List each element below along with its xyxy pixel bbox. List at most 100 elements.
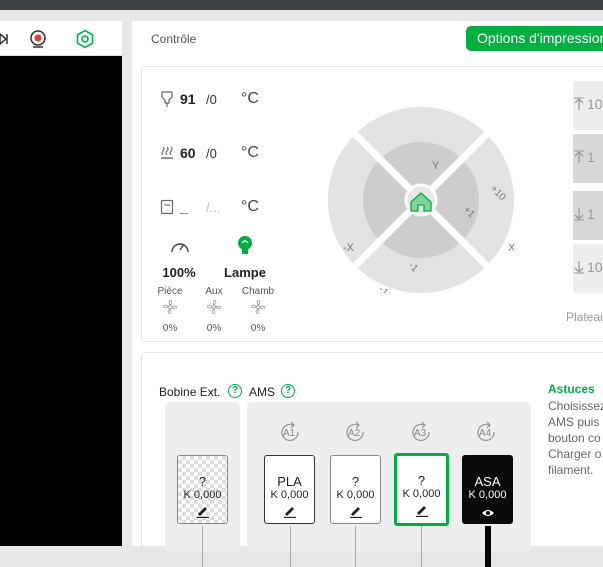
speed-control[interactable]: 100% [149, 237, 209, 287]
fan-icon [250, 299, 266, 315]
bed-current-temp: 60 [180, 145, 196, 161]
filament-k-value: K 0,000 [402, 488, 441, 500]
filament-name: ? [417, 473, 426, 488]
z-axis-caption: Plateau [566, 310, 603, 324]
fan-value: 0% [250, 323, 266, 334]
bed-temp-unit: °C [241, 144, 259, 161]
filament-line-active [485, 526, 491, 567]
chamber-temp-unit: °C [241, 198, 259, 215]
fan-aux[interactable]: Aux 0% [194, 286, 234, 334]
tips-line: Charger o [548, 447, 602, 461]
fan-label: Pièce [157, 286, 183, 297]
eye-icon[interactable] [481, 506, 495, 520]
camera-toolbar [0, 21, 122, 56]
chamber-target-temp[interactable]: /... [206, 200, 220, 215]
filament-line [355, 526, 356, 567]
tips-line: AMS puis [548, 415, 600, 429]
webcam-icon[interactable] [28, 29, 48, 49]
printer-control-card: 91 /0 °C 60 /0 °C _ /... °C 100% Lampe P… [141, 66, 603, 342]
z-up-1-button[interactable]: 1 [573, 134, 603, 183]
print-options-button[interactable]: Options d'impression [466, 26, 603, 51]
window-top-bar [0, 0, 603, 10]
z-step-label: 10 [587, 259, 603, 275]
jog-pad[interactable]: Y -Y X -X +10 +1 -1 -10 [328, 107, 514, 293]
filament-k-value: K 0,000 [183, 489, 222, 501]
filament-k-value: K 0,000 [270, 489, 309, 501]
nozzle-target-temp[interactable]: /0 [206, 92, 217, 107]
nozzle-current-temp: 91 [180, 91, 196, 107]
slot-a1-icon: A1 [281, 421, 299, 442]
z-step-label: 1 [587, 206, 595, 222]
jog-x-minus[interactable]: -X [343, 242, 355, 254]
bed-target-temp[interactable]: /0 [206, 146, 217, 161]
page-title: Contrôle [151, 32, 197, 46]
fan-part[interactable]: Pièce 0% [150, 286, 190, 334]
jog-x-plus[interactable]: X [508, 242, 514, 254]
ams-slot-a3-card[interactable]: ? K 0,000 [394, 453, 449, 526]
fan-label: Chamb [241, 286, 275, 297]
z-down-1-button[interactable]: 1 [573, 191, 603, 240]
nozzle-icon [161, 91, 173, 107]
hex-settings-icon[interactable] [75, 29, 95, 49]
fan-chamber[interactable]: Chamb 0% [238, 286, 278, 334]
camera-view [0, 21, 122, 546]
arrow-down-icon [574, 208, 584, 221]
fan-icon [162, 299, 178, 315]
arrow-up-icon [574, 97, 584, 110]
control-panel: Contrôle Options d'impression 91 /0 °C 6… [132, 21, 603, 567]
tips-line: bouton co [548, 431, 601, 445]
fan-icon [206, 299, 222, 315]
help-icon[interactable]: ? [228, 384, 242, 398]
edit-pencil-icon[interactable] [349, 504, 363, 518]
chamber-current-temp: _ [180, 199, 188, 215]
external-spool-label: Bobine Ext. [159, 385, 221, 399]
filament-line [290, 526, 291, 567]
filament-name: PLA [277, 474, 302, 489]
edit-pencil-icon[interactable] [283, 504, 297, 518]
fan-value: 0% [162, 323, 178, 334]
lamp-label: Lampe [224, 265, 266, 280]
arrow-up-icon [574, 150, 584, 163]
slot-a2-icon: A2 [346, 421, 364, 442]
external-spool-card[interactable]: ? K 0,000 [177, 455, 228, 524]
ams-slot-a2-card[interactable]: ? K 0,000 [330, 455, 381, 524]
tips-body: Choisissez AMS puis bouton co Charger o … [548, 398, 603, 478]
ams-slot-a1-card[interactable]: PLA K 0,000 [264, 455, 315, 524]
slot-id: A1 [283, 428, 296, 439]
chamber-icon [160, 199, 174, 215]
tips-line: filament. [548, 463, 594, 477]
jog-y-plus[interactable]: Y [432, 160, 440, 172]
video-record-icon[interactable] [0, 29, 16, 49]
ams-slot-a4-card[interactable]: ASA K 0,000 [462, 455, 513, 524]
filament-name: ASA [474, 474, 501, 489]
slot-id: A4 [479, 428, 492, 439]
lamp-control[interactable]: Lampe [215, 236, 275, 287]
edit-pencil-icon[interactable] [196, 504, 210, 518]
nozzle-temp-unit: °C [241, 90, 259, 107]
z-down-10-button[interactable]: 10 [573, 244, 603, 293]
slot-id: A2 [348, 428, 361, 439]
fan-label: Aux [205, 286, 223, 297]
slot-a4-icon: A4 [477, 421, 495, 442]
lamp-bulb-icon [238, 236, 252, 254]
arrow-down-icon [574, 261, 584, 274]
tips-line: Choisissez [548, 399, 603, 413]
help-icon[interactable]: ? [281, 384, 295, 398]
z-step-label: 10 [587, 96, 603, 112]
filament-line [202, 526, 203, 567]
filament-k-value: K 0,000 [336, 489, 375, 501]
speed-gauge-icon [171, 243, 189, 253]
edit-pencil-icon[interactable] [415, 503, 429, 517]
filament-name: ? [351, 474, 360, 489]
speed-label: 100% [162, 265, 196, 280]
ams-label: AMS [249, 385, 276, 399]
filament-k-value: K 0,000 [468, 489, 507, 501]
slot-a3-icon: A3 [412, 421, 430, 442]
heatbed-icon [161, 146, 173, 159]
filament-line [421, 526, 422, 567]
fan-value: 0% [206, 323, 222, 334]
filament-name: ? [198, 474, 207, 489]
z-up-10-button[interactable]: 10 [573, 81, 603, 130]
z-step-label: 1 [587, 149, 595, 165]
slot-id: A3 [414, 428, 427, 439]
